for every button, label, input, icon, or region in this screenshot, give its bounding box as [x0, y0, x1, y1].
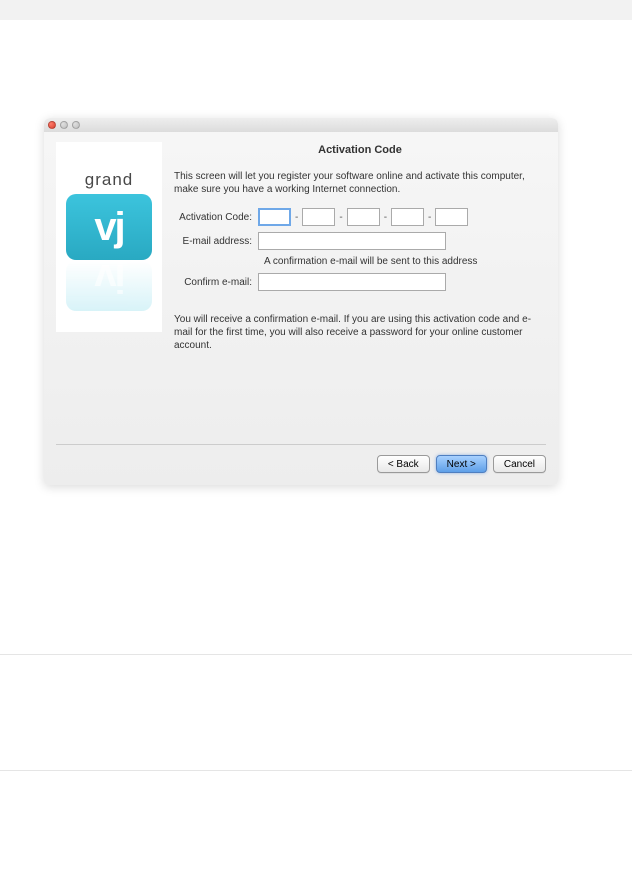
content-area: grand vj vj Activation Code This screen …	[56, 142, 546, 432]
activation-code-2[interactable]	[302, 208, 335, 226]
logo-text-main: vj	[94, 205, 123, 250]
note-text: You will receive a confirmation e-mail. …	[174, 313, 546, 352]
page-divider	[0, 770, 632, 771]
intro-text: This screen will let you register your s…	[174, 170, 546, 196]
activation-code-5[interactable]	[435, 208, 468, 226]
logo-panel: grand vj vj	[56, 142, 162, 332]
logo-text-top: grand	[85, 170, 133, 190]
email-label: E-mail address:	[174, 236, 258, 247]
confirm-email-field[interactable]	[258, 273, 446, 291]
button-row: < Back Next > Cancel	[56, 445, 546, 473]
dash-icon: -	[295, 212, 298, 223]
form-area: Activation Code This screen will let you…	[174, 142, 546, 432]
page-divider	[0, 654, 632, 655]
confirm-email-row: Confirm e-mail:	[174, 273, 546, 291]
activation-code-group: - - - -	[258, 208, 468, 226]
window-body: grand vj vj Activation Code This screen …	[44, 132, 558, 485]
email-field[interactable]	[258, 232, 446, 250]
minimize-icon[interactable]	[60, 121, 68, 129]
email-row: E-mail address:	[174, 232, 546, 250]
activation-code-1[interactable]	[258, 208, 291, 226]
dialog-title: Activation Code	[174, 144, 546, 156]
dash-icon: -	[339, 212, 342, 223]
logo-reflection: vj	[66, 261, 152, 311]
confirm-email-label: Confirm e-mail:	[174, 277, 258, 288]
close-icon[interactable]	[48, 121, 56, 129]
zoom-icon[interactable]	[72, 121, 80, 129]
email-hint: A confirmation e-mail will be sent to th…	[174, 256, 546, 267]
activation-code-label: Activation Code:	[174, 212, 258, 223]
page-top-bar	[0, 0, 632, 20]
dash-icon: -	[428, 212, 431, 223]
activation-code-3[interactable]	[347, 208, 380, 226]
back-button[interactable]: < Back	[377, 455, 430, 473]
window-title-bar	[44, 118, 558, 132]
activation-code-row: Activation Code: - - - -	[174, 208, 546, 226]
activation-window: grand vj vj Activation Code This screen …	[44, 118, 558, 485]
next-button[interactable]: Next >	[436, 455, 487, 473]
logo-box: vj	[66, 194, 152, 260]
activation-code-4[interactable]	[391, 208, 424, 226]
cancel-button[interactable]: Cancel	[493, 455, 546, 473]
dash-icon: -	[384, 212, 387, 223]
